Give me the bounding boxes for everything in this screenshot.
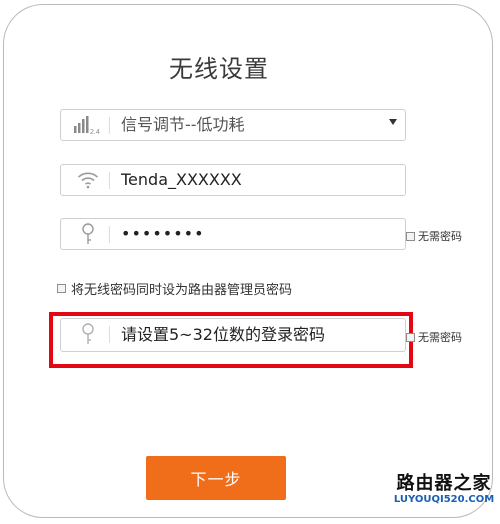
key-icon	[69, 219, 107, 249]
divider	[109, 226, 110, 243]
sync-admin-password-checkbox[interactable]	[57, 284, 66, 293]
watermark-title: 路由器之家	[396, 473, 492, 494]
svg-text:2.4: 2.4	[90, 129, 100, 135]
setup-card: 无线设置 2.4 信号调节--低功耗 Tenda_XXXXXX ••••••••…	[3, 4, 493, 518]
admin-no-password-option[interactable]: 无需密码	[406, 329, 462, 345]
next-button[interactable]: 下一步	[146, 456, 286, 500]
watermark-logo: 路由器之家 LUYOUQI520.COM	[388, 474, 500, 524]
admin-no-password-checkbox[interactable]	[406, 332, 415, 342]
sync-admin-password-label: 将无线密码同时设为路由器管理员密码	[71, 283, 293, 298]
admin-no-password-label: 无需密码	[418, 331, 462, 344]
wifi-no-password-checkbox[interactable]	[406, 231, 415, 241]
wifi-password-value: ••••••••	[121, 224, 205, 243]
page-title: 无线设置	[169, 55, 269, 83]
wifi-icon	[69, 165, 107, 195]
watermark-url: LUYOUQI520.COM	[393, 493, 495, 505]
highlight-box	[49, 312, 413, 368]
ssid-value: Tenda_XXXXXX	[121, 170, 242, 189]
wifi-no-password-label: 无需密码	[418, 230, 462, 243]
sync-admin-password-option[interactable]: 将无线密码同时设为路由器管理员密码	[57, 279, 292, 298]
signal-strength-value: 信号调节--低功耗	[121, 115, 245, 134]
signal-2.4-icon: 2.4	[69, 110, 107, 140]
wifi-no-password-option[interactable]: 无需密码	[406, 228, 462, 244]
signal-strength-select[interactable]: 2.4 信号调节--低功耗	[60, 109, 406, 141]
chevron-down-icon	[389, 119, 397, 125]
ssid-input[interactable]: Tenda_XXXXXX	[60, 164, 406, 196]
divider	[109, 117, 110, 134]
divider	[109, 172, 110, 189]
wifi-password-input[interactable]: ••••••••	[60, 218, 406, 250]
